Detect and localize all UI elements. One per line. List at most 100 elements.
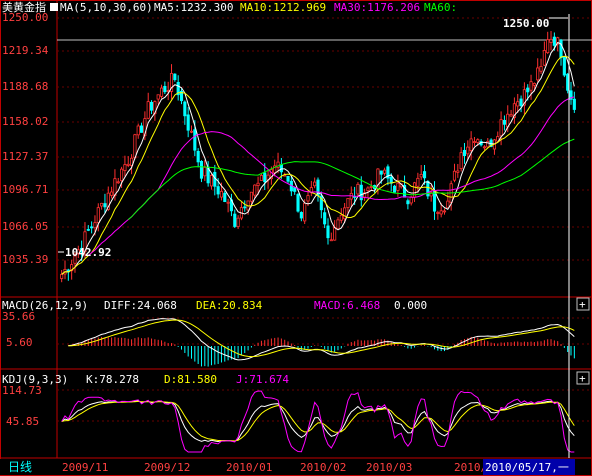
candle-down — [243, 206, 247, 209]
candle-down — [323, 212, 327, 225]
candle-down — [149, 101, 154, 111]
candle-down — [552, 36, 556, 46]
y-tick-label: 1096.71 — [2, 183, 48, 196]
candle-down — [462, 149, 467, 157]
candle-down — [519, 98, 523, 107]
candle-down — [326, 225, 330, 239]
ma30-value: MA30:1176.206 — [334, 1, 420, 14]
high-label: 1250.00 — [503, 17, 549, 30]
month-label: 2010/03 — [366, 461, 412, 474]
kdj-y-tick: 45.85 — [6, 415, 39, 428]
candle-up — [343, 207, 347, 220]
macd-expand-button[interactable]: + — [576, 297, 590, 311]
month-label: 2009/12 — [144, 461, 190, 474]
kdj-y-tick: 114.73 — [2, 384, 42, 397]
candle-up — [356, 183, 360, 195]
candle-up — [396, 182, 400, 191]
y-tick-label: 1127.37 — [2, 150, 48, 163]
chart-canvas[interactable]: 1250.00 1042.92 1250.00 1219.34 1188.68 … — [0, 0, 592, 476]
candle-up — [383, 169, 387, 174]
candle-down — [296, 194, 300, 212]
candle-up — [369, 186, 373, 188]
candle-up — [159, 87, 164, 97]
candle-up — [459, 152, 463, 170]
candle-down — [199, 160, 204, 179]
candle-up — [416, 177, 420, 187]
candle-up — [419, 173, 423, 178]
y-tick-label: 1188.68 — [2, 80, 48, 93]
candle-down — [173, 73, 177, 81]
candle-down — [502, 119, 506, 125]
candle-up — [439, 210, 443, 215]
candle-up — [529, 81, 533, 91]
candle-up — [542, 50, 546, 66]
y-tick-label: 1158.02 — [2, 115, 48, 128]
candle-up — [116, 181, 120, 184]
outer-frame — [0, 0, 592, 476]
candle-up — [226, 201, 230, 204]
y-tick-label: 1035.39 — [2, 253, 48, 266]
candle-up — [536, 67, 540, 81]
candle-down — [279, 164, 283, 173]
candle-down — [223, 192, 227, 202]
candle-up — [60, 273, 64, 279]
candle-down — [389, 176, 393, 184]
candle-up — [452, 170, 457, 181]
candle-down — [393, 185, 397, 193]
symbol-label: 美黄金指 — [2, 0, 46, 14]
candle-down — [432, 190, 437, 212]
candle-up — [346, 198, 350, 208]
candle-up — [409, 196, 413, 204]
candle-down — [566, 73, 570, 91]
candle-up — [156, 94, 160, 100]
candle-up — [539, 65, 543, 72]
candle-up — [436, 212, 440, 214]
candle-down — [216, 186, 220, 195]
candle-down — [263, 172, 267, 183]
candle-up — [303, 202, 307, 222]
candle-down — [562, 55, 566, 76]
candle-up — [96, 207, 100, 224]
candle-down — [422, 171, 427, 179]
candle-up — [499, 119, 503, 137]
candle-down — [379, 170, 383, 175]
candle-down — [293, 187, 297, 192]
candle-up — [136, 125, 140, 136]
candle-up — [253, 184, 257, 196]
cursor-date-label: 2010/05/17,一 — [485, 461, 569, 474]
candle-up — [123, 164, 127, 171]
y-tick-label: 1219.34 — [2, 44, 49, 57]
kdj-k-value: K:78.278 — [86, 373, 139, 386]
candle-up — [110, 191, 114, 196]
candle-up — [203, 166, 207, 177]
candle-up — [189, 130, 194, 133]
candle-up — [509, 114, 513, 117]
candle-down — [572, 98, 576, 110]
candle-up — [256, 182, 260, 186]
candle-up — [442, 210, 447, 213]
candle-up — [336, 219, 340, 229]
candle-up — [133, 134, 137, 159]
macd-y-tick: 35.66 — [2, 310, 35, 323]
candle-up — [333, 227, 337, 241]
candle-down — [286, 175, 290, 182]
candle-up — [476, 139, 480, 143]
candle-down — [526, 87, 530, 93]
candle-up — [313, 181, 317, 187]
candle-up — [126, 163, 130, 166]
ma5-value: MA5:1232.300 — [154, 1, 233, 14]
macd-value: MACD:6.468 — [314, 299, 380, 312]
candle-up — [249, 191, 253, 202]
candle-up — [100, 202, 104, 207]
candle-up — [469, 138, 473, 151]
month-label: 2010/01 — [226, 461, 272, 474]
price-title: 美黄金指 — [2, 0, 46, 14]
candle-up — [456, 170, 460, 173]
candle-up — [259, 175, 263, 181]
candle-up — [93, 222, 97, 229]
candle-down — [103, 203, 107, 208]
kdj-j-value: J:71.674 — [236, 373, 289, 386]
y-tick-label: 1066.05 — [2, 220, 48, 233]
candle-down — [183, 101, 187, 117]
kdj-expand-button[interactable]: + — [576, 371, 590, 385]
